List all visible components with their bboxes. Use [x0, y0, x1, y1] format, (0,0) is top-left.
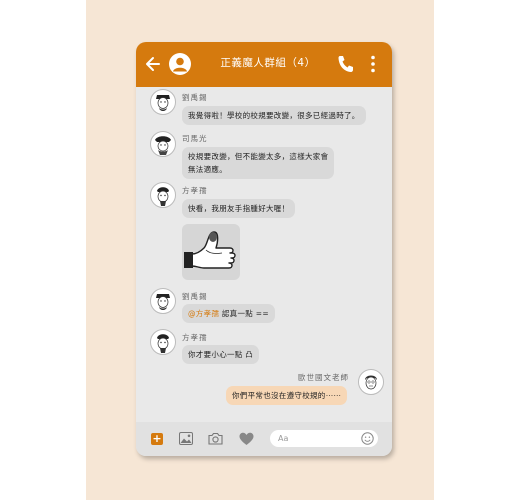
face-portrait-icon	[157, 334, 169, 353]
sender-name: 司馬光	[182, 134, 208, 143]
more-vertical-icon[interactable]	[368, 54, 378, 74]
input-placeholder: Aa	[278, 434, 289, 443]
message-bubble: 我覺得啦！學校的校規要改變，很多已經過時了。	[182, 106, 366, 125]
sender-name: 方孝孺	[182, 186, 208, 195]
avatar[interactable]	[150, 131, 176, 157]
message-bubble: @方孝孺 認真一點 ==	[182, 304, 275, 323]
message-text: 認真一點 ==	[219, 309, 269, 318]
message-line: 無法適應。	[188, 165, 227, 174]
message-bubble: 快看，我朋友手指腫好大喔！	[182, 199, 296, 218]
smile-icon[interactable]	[361, 432, 374, 445]
sender-name: 歐世國文老師	[298, 373, 349, 382]
face-portrait-icon	[365, 375, 377, 390]
back-arrow-icon[interactable]	[144, 53, 162, 75]
group-avatar[interactable]	[169, 53, 191, 75]
chat-title: 正義魔人群組（4）	[220, 57, 316, 69]
sender-name: 劉禹錫	[182, 292, 208, 301]
face-portrait-icon	[156, 95, 170, 111]
avatar[interactable]	[150, 89, 176, 115]
face-portrait-icon	[157, 187, 169, 206]
face-portrait-icon	[156, 294, 170, 310]
composer-bar: + Aa	[136, 422, 392, 456]
image-icon[interactable]	[179, 432, 193, 445]
chat-window: 正義魔人群組（4） 劉禹錫 我覺得啦！學校的校規要改變，很多已經過時了。 司馬光	[136, 42, 392, 456]
avatar[interactable]	[150, 182, 176, 208]
avatar[interactable]	[358, 369, 384, 395]
message-bubble: 你們平常也沒在遵守校規的⋯⋯	[226, 386, 348, 405]
sender-name: 方孝孺	[182, 333, 208, 342]
message-bubble: 你才要小心一點 凸	[182, 345, 260, 364]
message-input[interactable]: Aa	[270, 430, 378, 447]
image-message[interactable]	[182, 224, 240, 280]
message-bubble: 校規要改變，但不能變太多，這樣大家會 無法適應。	[182, 147, 335, 179]
chat-header: 正義魔人群組（4）	[136, 42, 392, 87]
avatar[interactable]	[150, 329, 176, 355]
plus-icon[interactable]: +	[151, 433, 163, 445]
camera-icon[interactable]	[208, 432, 223, 445]
thumbs-up-hand-icon	[184, 231, 236, 269]
mention-tag[interactable]: @方孝孺	[188, 309, 219, 318]
sender-name: 劉禹錫	[182, 93, 208, 102]
phone-icon[interactable]	[336, 54, 354, 74]
profile-icon	[173, 57, 187, 72]
heart-icon[interactable]	[239, 432, 254, 446]
avatar[interactable]	[150, 288, 176, 314]
message-line: 校規要改變，但不能變太多，這樣大家會	[188, 152, 329, 161]
face-portrait-icon	[155, 136, 171, 155]
